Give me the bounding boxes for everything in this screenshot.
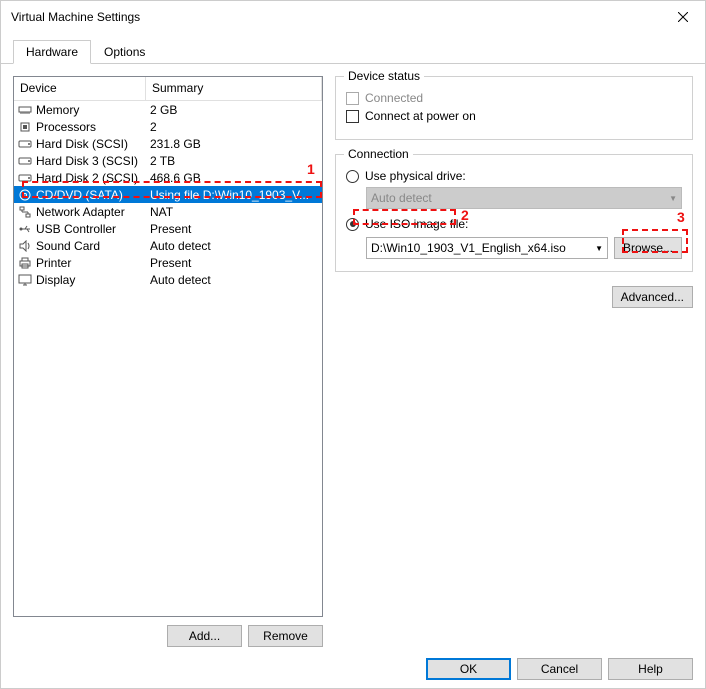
device-status-legend: Device status	[344, 69, 424, 83]
iso-path-select[interactable]: D:\Win10_1903_V1_English_x64.iso ▼	[366, 237, 608, 259]
display-icon	[18, 273, 32, 287]
printer-icon	[18, 256, 32, 270]
network-icon	[18, 205, 32, 219]
device-table: Device Summary Memory 2 GB Processors 2 …	[13, 76, 323, 617]
connected-checkbox	[346, 92, 359, 105]
usb-icon	[18, 222, 32, 236]
row-usb[interactable]: USB Controller Present	[14, 220, 322, 237]
tab-hardware[interactable]: Hardware	[13, 40, 91, 64]
cd-icon	[18, 188, 32, 202]
advanced-button[interactable]: Advanced...	[612, 286, 693, 308]
disk-icon	[18, 171, 32, 185]
browse-button[interactable]: Browse...	[614, 237, 682, 259]
poweron-checkbox[interactable]	[346, 110, 359, 123]
chevron-down-icon: ▼	[595, 244, 603, 253]
sound-icon	[18, 239, 32, 253]
iso-label: Use ISO image file:	[365, 217, 468, 231]
row-processors[interactable]: Processors 2	[14, 118, 322, 135]
col-header-device[interactable]: Device	[14, 77, 146, 100]
row-hdd-3[interactable]: Hard Disk 3 (SCSI) 2 TB	[14, 152, 322, 169]
chevron-down-icon: ▼	[669, 194, 677, 203]
physical-drive-select: Auto detect ▼	[366, 187, 682, 209]
row-display[interactable]: Display Auto detect	[14, 271, 322, 288]
row-printer[interactable]: Printer Present	[14, 254, 322, 271]
row-cddvd[interactable]: CD/DVD (SATA) Using file D:\Win10_1903_V…	[14, 186, 322, 203]
device-status-group: Device status Connected Connect at power…	[335, 76, 693, 140]
row-network[interactable]: Network Adapter NAT	[14, 203, 322, 220]
row-hdd-2[interactable]: Hard Disk 2 (SCSI) 468.6 GB	[14, 169, 322, 186]
cpu-icon	[18, 120, 32, 134]
tabs: Hardware Options	[1, 39, 705, 64]
connected-label: Connected	[365, 91, 423, 105]
window-title: Virtual Machine Settings	[11, 10, 140, 24]
iso-radio[interactable]	[346, 218, 359, 231]
close-button[interactable]	[660, 2, 705, 32]
row-hdd-1[interactable]: Hard Disk (SCSI) 231.8 GB	[14, 135, 322, 152]
disk-icon	[18, 154, 32, 168]
add-button[interactable]: Add...	[167, 625, 242, 647]
tab-options[interactable]: Options	[91, 40, 158, 64]
help-button[interactable]: Help	[608, 658, 693, 680]
row-sound[interactable]: Sound Card Auto detect	[14, 237, 322, 254]
disk-icon	[18, 137, 32, 151]
physical-drive-radio[interactable]	[346, 170, 359, 183]
close-icon	[678, 12, 688, 22]
memory-icon	[18, 103, 32, 117]
row-memory[interactable]: Memory 2 GB	[14, 101, 322, 118]
ok-button[interactable]: OK	[426, 658, 511, 680]
physical-drive-label: Use physical drive:	[365, 169, 466, 183]
connection-legend: Connection	[344, 147, 413, 161]
cancel-button[interactable]: Cancel	[517, 658, 602, 680]
remove-button[interactable]: Remove	[248, 625, 323, 647]
connection-group: Connection Use physical drive: Auto dete…	[335, 154, 693, 272]
poweron-label: Connect at power on	[365, 109, 476, 123]
col-header-summary[interactable]: Summary	[146, 77, 322, 100]
titlebar: Virtual Machine Settings	[1, 1, 705, 33]
